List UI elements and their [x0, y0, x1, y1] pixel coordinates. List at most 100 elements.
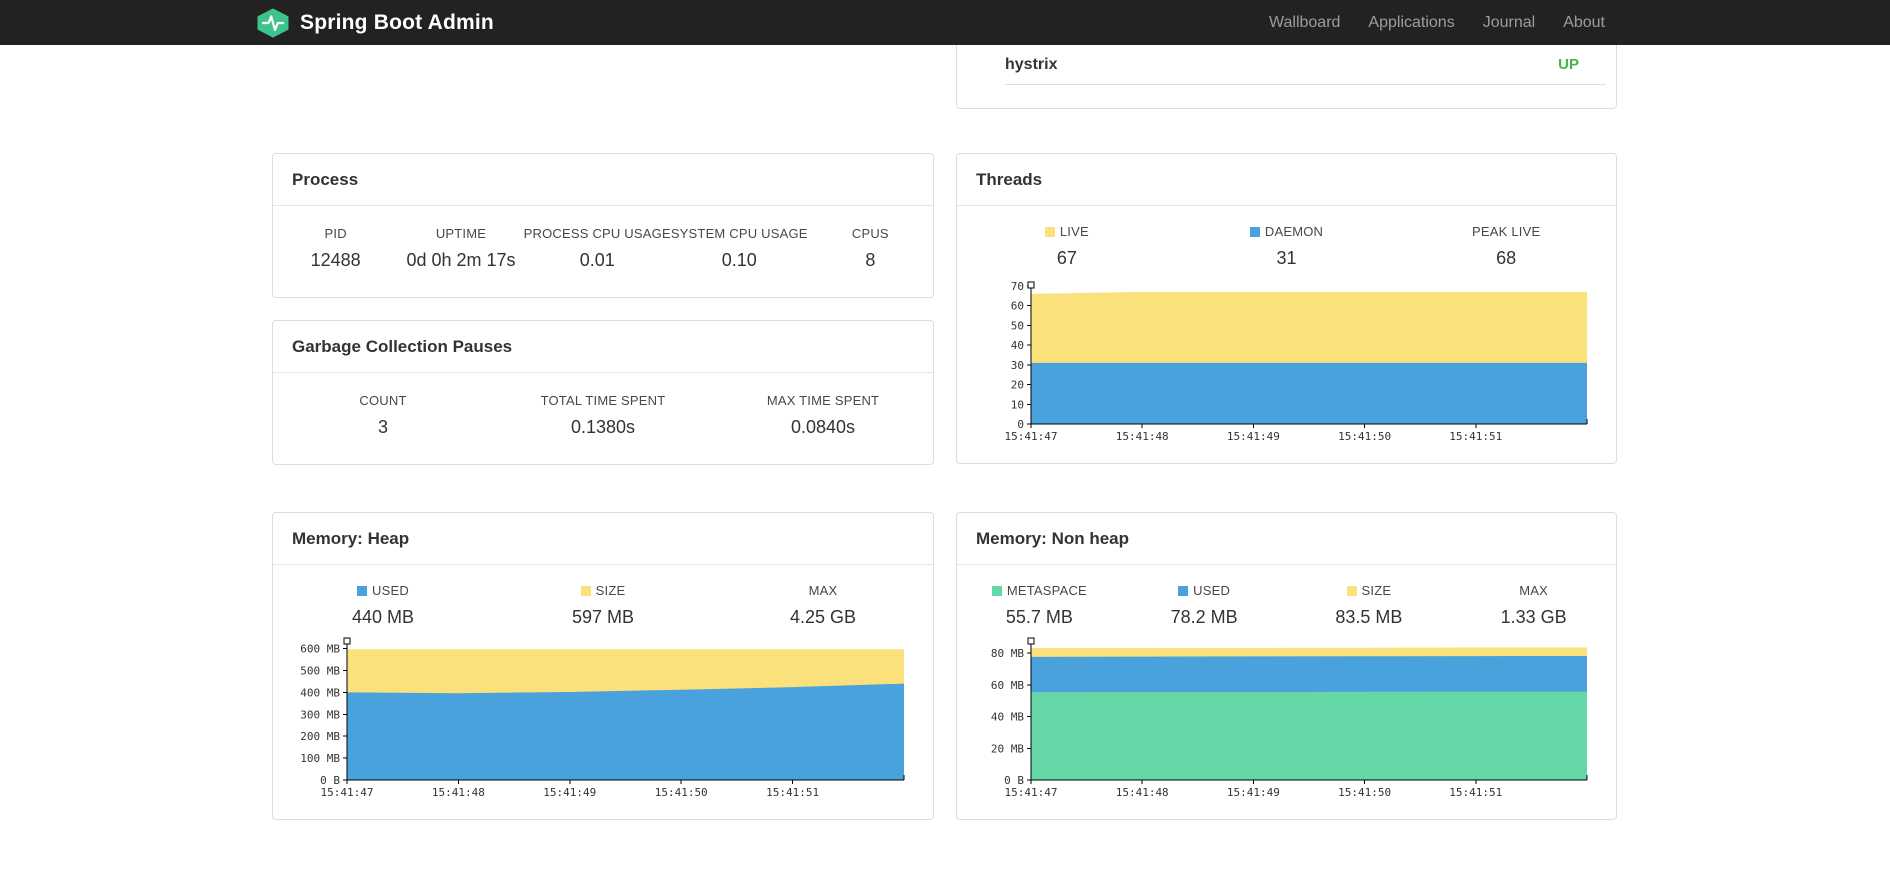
legend-swatch — [1249, 227, 1260, 237]
spring-boot-admin-logo-icon — [256, 8, 290, 38]
stat-cpus: CPUS 8 — [808, 226, 933, 271]
svg-text:15:41:51: 15:41:51 — [766, 786, 819, 799]
panel-heading: Garbage Collection Pauses — [273, 321, 933, 373]
threads-panel: Threads LIVE 67 DAEMON 31 PEAK LIVE 68 0… — [956, 153, 1617, 464]
svg-text:60 MB: 60 MB — [991, 679, 1024, 692]
heap-legend: USED 440 MB SIZE 597 MB MAX 4.25 GB — [273, 583, 933, 628]
legend-item-metaspace: METASPACE 55.7 MB — [957, 583, 1122, 628]
nav-item-about[interactable]: About — [1549, 0, 1619, 45]
memory-nonheap-chart: 0 B 20 MB 40 MB 60 MB 80 MB 15:41:47 15:41:48 1… — [967, 633, 1590, 805]
svg-text:15:41:48: 15:41:48 — [432, 786, 485, 799]
legend-swatch — [580, 586, 591, 596]
legend-label: METASPACE — [957, 583, 1122, 598]
legend-label: USED — [273, 583, 493, 598]
svg-text:600 MB: 600 MB — [300, 643, 340, 656]
svg-text:15:41:49: 15:41:49 — [1227, 430, 1280, 443]
legend-item-max: MAX 4.25 GB — [713, 583, 933, 628]
legend-label: MAX — [1451, 583, 1616, 598]
panel-heading: Process — [273, 154, 933, 206]
stat-label: PID — [324, 226, 347, 241]
legend-value: 1.33 GB — [1500, 607, 1567, 627]
svg-text:40: 40 — [1011, 339, 1024, 352]
stat-label: PROCESS CPU USAGE — [523, 226, 671, 241]
applications-status-panel: hystrix UP — [956, 45, 1617, 109]
brand-link[interactable]: Spring Boot Admin — [256, 8, 494, 38]
memory-heap-panel: Memory: Heap USED 440 MB SIZE 597 MB MAX… — [272, 512, 934, 820]
stat-value: 0.01 — [579, 250, 615, 270]
legend-swatch — [357, 586, 368, 596]
application-link-hystrix[interactable]: hystrix — [1005, 56, 1057, 74]
svg-text:200 MB: 200 MB — [300, 730, 340, 743]
stat-value: 0.10 — [721, 250, 757, 270]
panel-title: Memory: Heap — [292, 528, 410, 548]
panel-title: Garbage Collection Pauses — [292, 336, 513, 356]
legend-value: 55.7 MB — [1005, 607, 1073, 627]
nav-item-journal[interactable]: Journal — [1469, 0, 1549, 45]
nonheap-legend: METASPACE 55.7 MB USED 78.2 MB SIZE 83.5… — [957, 583, 1616, 628]
svg-text:15:41:50: 15:41:50 — [1338, 786, 1391, 799]
legend-label-text: USED — [372, 583, 409, 598]
legend-value: 67 — [1056, 248, 1077, 268]
svg-text:15:41:47: 15:41:47 — [321, 786, 374, 799]
svg-text:15:41:47: 15:41:47 — [1005, 786, 1058, 799]
navbar-container: Spring Boot Admin Wallboard Applications… — [256, 0, 1634, 45]
legend-label-text: DAEMON — [1264, 224, 1324, 239]
status-badge: UP — [1558, 56, 1579, 73]
svg-text:15:41:50: 15:41:50 — [1338, 430, 1391, 443]
memory-heap-chart: 0 B 100 MB 200 MB 300 MB 400 MB 500 MB 600 MB 1… — [283, 633, 907, 805]
svg-text:20 MB: 20 MB — [991, 742, 1024, 755]
legend-item-size: SIZE 597 MB — [493, 583, 713, 628]
nav-links: Wallboard Applications Journal About — [1255, 0, 1619, 45]
svg-text:100 MB: 100 MB — [300, 752, 340, 765]
stat-label: SYSTEM CPU USAGE — [670, 226, 808, 241]
svg-text:80 MB: 80 MB — [991, 647, 1024, 660]
svg-text:400 MB: 400 MB — [300, 686, 340, 699]
stat-label: COUNT — [359, 393, 407, 408]
panel-heading: Memory: Non heap — [957, 513, 1616, 565]
application-row: hystrix UP — [1005, 45, 1606, 85]
legend-swatch — [1346, 586, 1357, 596]
legend-value: 68 — [1496, 248, 1517, 268]
svg-text:15:41:51: 15:41:51 — [1449, 786, 1502, 799]
svg-text:300 MB: 300 MB — [300, 708, 340, 721]
legend-label: SIZE — [1287, 583, 1452, 598]
panel-title: Threads — [976, 169, 1043, 189]
stat-label: CPUS — [851, 226, 889, 241]
legend-item-max: MAX 1.33 GB — [1451, 583, 1616, 628]
legend-item-size: SIZE 83.5 MB — [1287, 583, 1452, 628]
legend-value: 78.2 MB — [1170, 607, 1238, 627]
legend-label: MAX — [713, 583, 933, 598]
legend-value: 440 MB — [351, 607, 415, 627]
stat-max-time-spent: MAX TIME SPENT 0.0840s — [713, 393, 933, 438]
stat-value: 12488 — [310, 250, 361, 270]
panel-heading: Memory: Heap — [273, 513, 933, 565]
page: Spring Boot Admin Wallboard Applications… — [0, 0, 1890, 892]
legend-label-text: LIVE — [1059, 224, 1089, 239]
brand-title: Spring Boot Admin — [300, 10, 494, 34]
legend-item-peak-live: PEAK LIVE 68 — [1396, 224, 1616, 269]
svg-text:15:41:49: 15:41:49 — [543, 786, 596, 799]
legend-label-text: SIZE — [1361, 583, 1392, 598]
legend-value: 4.25 GB — [789, 607, 857, 627]
stat-value: 3 — [377, 417, 388, 437]
svg-text:15:41:48: 15:41:48 — [1116, 786, 1169, 799]
legend-label-text: PEAK LIVE — [1472, 224, 1541, 239]
legend-label: LIVE — [957, 224, 1177, 239]
legend-item-daemon: DAEMON 31 — [1177, 224, 1397, 269]
legend-value: 597 MB — [571, 607, 635, 627]
stat-label: TOTAL TIME SPENT — [540, 393, 666, 408]
legend-label: SIZE — [493, 583, 713, 598]
svg-text:500 MB: 500 MB — [300, 664, 340, 677]
navbar: Spring Boot Admin Wallboard Applications… — [0, 0, 1890, 45]
legend-label: PEAK LIVE — [1396, 224, 1616, 239]
stat-system-cpu-usage: SYSTEM CPU USAGE 0.10 — [671, 226, 808, 271]
svg-text:15:41:48: 15:41:48 — [1116, 430, 1169, 443]
legend-label-text: MAX — [1519, 583, 1549, 598]
legend-item-live: LIVE 67 — [957, 224, 1177, 269]
stat-total-time-spent: TOTAL TIME SPENT 0.1380s — [493, 393, 713, 438]
nav-item-applications[interactable]: Applications — [1354, 0, 1468, 45]
gc-stats: COUNT 3 TOTAL TIME SPENT 0.1380s MAX TIM… — [273, 373, 933, 438]
legend-value: 83.5 MB — [1335, 607, 1403, 627]
gc-pauses-panel: Garbage Collection Pauses COUNT 3 TOTAL … — [272, 320, 934, 465]
nav-item-wallboard[interactable]: Wallboard — [1255, 0, 1354, 45]
